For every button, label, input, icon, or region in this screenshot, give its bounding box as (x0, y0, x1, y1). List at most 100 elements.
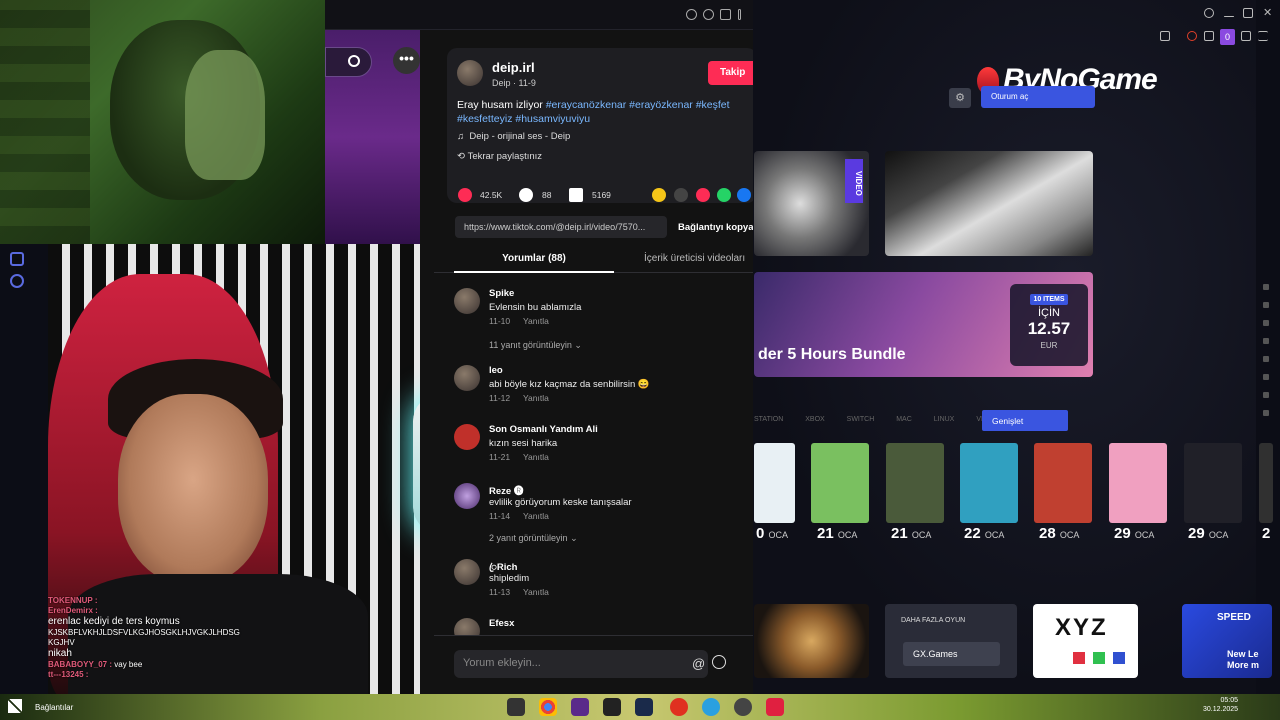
commenter-avatar[interactable] (454, 288, 480, 314)
view-replies-button[interactable]: 2 yanıt görüntüleyin ⌄ (489, 533, 578, 544)
gx-games-button[interactable]: GX.Games (903, 642, 1000, 666)
tab-creator-videos[interactable]: İçerik üreticisi videoları (644, 245, 745, 264)
pin-icon[interactable] (720, 9, 731, 20)
steam-icon[interactable] (635, 698, 653, 716)
bookmark-icon[interactable] (569, 188, 583, 202)
gx-corner-icon[interactable] (1187, 31, 1197, 41)
author-name[interactable]: deip.irl (492, 60, 535, 75)
notification-counter[interactable]: 0 (1220, 29, 1235, 45)
comment-input[interactable]: Yorum ekleyin... @ (454, 650, 726, 678)
sidebar-dot[interactable] (1263, 410, 1269, 416)
platform-filter-item[interactable]: LINUX (934, 416, 955, 423)
commenter-avatar[interactable] (454, 424, 480, 450)
commenter-avatar[interactable] (454, 365, 480, 391)
sidebar-dot[interactable] (1263, 374, 1269, 380)
tiktok-search-button[interactable] (325, 47, 372, 77)
facebook-icon[interactable] (737, 188, 751, 202)
platform-filter-item[interactable]: STATION (754, 416, 783, 423)
commenter-avatar[interactable] (454, 483, 480, 509)
platform-filter-item[interactable]: SWITCH (847, 416, 875, 423)
featured-anime-tile[interactable] (885, 151, 1093, 256)
sidebar-dot[interactable] (1263, 392, 1269, 398)
epic-games-icon[interactable] (603, 698, 621, 716)
windows-start-icon[interactable] (8, 699, 22, 713)
reply-button[interactable]: Yanıtla (523, 393, 549, 403)
game-cover[interactable] (1109, 443, 1167, 523)
home-icon[interactable] (10, 252, 24, 266)
app-icon[interactable] (766, 698, 784, 716)
settings-icon[interactable] (10, 274, 24, 288)
download-icon[interactable] (1241, 31, 1251, 41)
hashtags[interactable]: #eraycanözkenar #erayözkenar #keşfet (546, 99, 730, 111)
author-subtitle: Deip · 11-9 (492, 78, 536, 88)
close-icon[interactable]: ✕ (1263, 6, 1273, 19)
taskbar-clock[interactable]: 05:05 30.12.2025 (1203, 696, 1238, 714)
view-replies-button[interactable]: 11 yanıt görüntüleyin ⌄ (489, 340, 582, 351)
bundle-banner[interactable]: der 5 Hours Bundle 10 ITEMS İÇİN 12.57 E… (754, 272, 1093, 377)
commenter-name[interactable]: leo (489, 365, 503, 376)
emoji-icon[interactable] (712, 655, 726, 669)
extensions-icon[interactable] (1204, 31, 1214, 41)
maximize-icon[interactable] (1243, 8, 1253, 18)
game-tile-xyz[interactable]: XYZ (1033, 604, 1138, 678)
platform-filter-item[interactable]: MAC (896, 416, 912, 423)
game-cover[interactable] (1034, 443, 1092, 523)
sidebar-dot[interactable] (1263, 356, 1269, 362)
taskbar-links-label[interactable]: Bağlantılar (35, 703, 73, 712)
chrome-icon[interactable] (539, 698, 557, 716)
sidebar-dot[interactable] (1263, 284, 1269, 290)
comment-icon[interactable] (519, 188, 533, 202)
game-cover[interactable] (960, 443, 1018, 523)
whatsapp-icon[interactable] (717, 188, 731, 202)
menu-dots-icon[interactable] (738, 9, 741, 20)
search-icon[interactable] (1204, 8, 1214, 18)
featured-video-tile[interactable]: VIDEO (754, 151, 869, 256)
tab-comments[interactable]: Yorumlar (88) (454, 245, 614, 273)
commenter-name[interactable]: Spike (489, 288, 514, 299)
settings-icon[interactable]: ⚙ (949, 88, 971, 108)
commenter-name[interactable]: Son Osmanlı Yandım Ali (489, 424, 598, 435)
game-cover[interactable] (1259, 443, 1273, 523)
commenter-name[interactable]: Efesx (489, 618, 514, 629)
opera-icon[interactable] (670, 698, 688, 716)
game-tile-speed[interactable]: SPEED New Le More m (1182, 604, 1272, 678)
settings-icon[interactable] (686, 9, 697, 20)
reply-button[interactable]: Yanıtla (523, 316, 549, 326)
reply-button[interactable]: Yanıtla (523, 511, 549, 521)
expand-button[interactable]: Genişlet (982, 410, 1068, 431)
at-icon[interactable]: @ (692, 656, 705, 671)
sidebar-dot[interactable] (1263, 320, 1269, 326)
menu-icon[interactable] (1258, 31, 1268, 41)
game-tile-dog[interactable] (754, 604, 869, 678)
app-icon[interactable] (507, 698, 525, 716)
embed-icon[interactable] (674, 188, 688, 202)
minimize-icon[interactable] (1224, 16, 1234, 17)
share-coin-icon[interactable] (652, 188, 666, 202)
copy-link-button[interactable]: Bağlantıyı kopya (678, 222, 753, 233)
game-cover[interactable] (1184, 443, 1242, 523)
game-cover[interactable] (754, 443, 795, 523)
author-avatar[interactable] (457, 60, 483, 86)
platform-filter-item[interactable]: XBOX (805, 416, 824, 423)
twitch-icon[interactable] (571, 698, 589, 716)
refresh-icon[interactable] (703, 9, 714, 20)
telegram-icon[interactable] (702, 698, 720, 716)
more-icon[interactable]: ••• (393, 47, 420, 74)
music-row[interactable]: ♫ Deip - orijinal ses - Deip (457, 131, 570, 142)
commenter-name[interactable]: Reze 🅡 (489, 483, 523, 497)
sidebar-dot[interactable] (1263, 338, 1269, 344)
reply-button[interactable]: Yanıtla (523, 587, 549, 597)
game-cover[interactable] (811, 443, 869, 523)
send-icon[interactable] (696, 188, 710, 202)
video-link-field[interactable]: https://www.tiktok.com/@deip.irl/video/7… (455, 216, 667, 238)
sidebar-dot[interactable] (1263, 302, 1269, 308)
follow-button[interactable]: Takip (708, 61, 753, 85)
app-icon[interactable] (734, 698, 752, 716)
commenter-avatar[interactable] (454, 559, 480, 585)
login-button[interactable]: Oturum aç (981, 86, 1095, 108)
heart-icon[interactable] (458, 188, 472, 202)
snapshot-icon[interactable] (1160, 31, 1170, 41)
hashtags[interactable]: #kesfetteyiz #husamviyuviyu (457, 113, 590, 125)
game-cover[interactable] (886, 443, 944, 523)
reply-button[interactable]: Yanıtla (523, 452, 549, 462)
